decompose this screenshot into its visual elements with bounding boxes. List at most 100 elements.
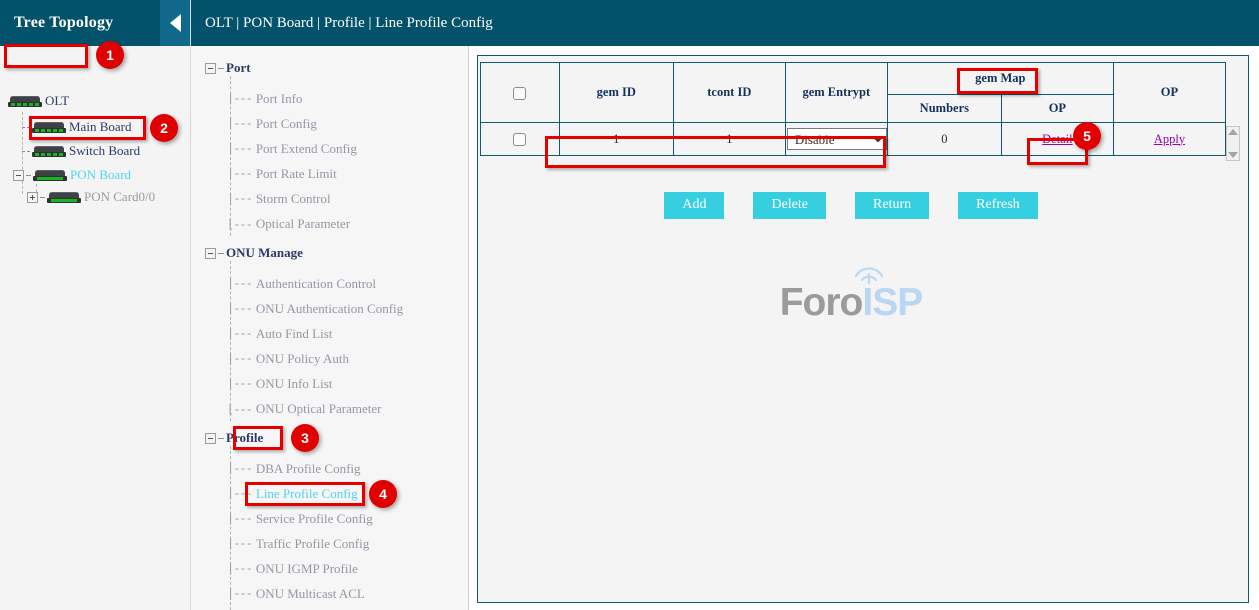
wifi-signal-icon [852, 264, 886, 284]
submenu-item-label: ONU Multicast ACL [256, 586, 365, 602]
tree-branch-icon: |--- [227, 487, 252, 501]
submenu-item-port-rate-limit[interactable]: |--- Port Rate Limit [227, 165, 337, 183]
tree-node-pon-card[interactable]: PON Card0/0 [27, 187, 155, 207]
tree-node-label: PON Board [70, 167, 131, 183]
table-header-gem-map: gem Map [887, 63, 1113, 95]
table-header-op: OP [1113, 63, 1225, 123]
tree-node-switch-board[interactable]: Switch Board [22, 141, 140, 161]
submenu-expander-minus-icon[interactable] [205, 63, 216, 74]
foroisp-watermark: ForoISP [478, 281, 1224, 325]
tree-node-label: OLT [45, 93, 69, 109]
watermark-foro: Foro [780, 281, 863, 324]
tree-branch-icon: |--- [227, 512, 252, 526]
submenu-item-label: Port Rate Limit [256, 166, 337, 182]
tree-expander-plus-icon[interactable] [27, 192, 38, 203]
submenu-group-label: ONU Manage [226, 245, 303, 261]
submenu-item-port-extend-config[interactable]: |--- Port Extend Config [227, 140, 357, 158]
tree-branch-icon: |--- [227, 192, 252, 206]
main-area: OLT | PON Board | Profile | Line Profile… [191, 0, 1259, 610]
tree-node-main-board[interactable]: Main Board [22, 117, 131, 137]
tree-branch-icon: |--- [227, 562, 252, 576]
add-button[interactable]: Add [664, 192, 724, 219]
tree-branch-icon: |--- [227, 462, 252, 476]
submenu-item-label: ONU Optical Parameter [256, 401, 382, 417]
submenu-item-onu-authentication-config[interactable]: |--- ONU Authentication Config [227, 300, 403, 318]
table-vertical-scrollbar[interactable] [1226, 126, 1240, 161]
submenu-expander-minus-icon[interactable] [205, 433, 216, 444]
submenu-item-label: Line Profile Config [256, 486, 358, 502]
submenu-panel: Port |--- Port Info |--- Port Config |--… [191, 46, 469, 610]
table-header-gem-id: gem ID [559, 63, 673, 123]
tree-branch-icon: |--- [227, 377, 252, 391]
submenu-item-storm-control[interactable]: |--- Storm Control [227, 190, 331, 208]
table-header-select-all [481, 63, 560, 123]
return-button[interactable]: Return [855, 192, 929, 219]
tree-branch-icon: ⌊--- [227, 402, 252, 417]
submenu-item-onu-igmp-profile[interactable]: |--- ONU IGMP Profile [227, 560, 358, 578]
submenu-item-label: Port Extend Config [256, 141, 357, 157]
tree-branch-icon: |--- [227, 142, 252, 156]
submenu-item-line-profile-config[interactable]: |--- Line Profile Config [227, 485, 358, 503]
apply-link[interactable]: Apply [1154, 132, 1185, 146]
tree-branch-icon: |--- [227, 117, 252, 131]
submenu-item-dba-profile-config[interactable]: |--- DBA Profile Config [227, 460, 361, 478]
submenu-item-auto-find-list[interactable]: |--- Auto Find List [227, 325, 332, 343]
table-cell-tcont-id: 1 [673, 123, 785, 156]
chevron-left-icon[interactable] [160, 0, 190, 46]
select-all-checkbox[interactable] [513, 87, 526, 100]
submenu-item-label: Authentication Control [256, 276, 376, 292]
table-header-row-1: gem ID tcont ID gem Entrypt gem Map OP [481, 63, 1226, 95]
detail-link[interactable]: Detail [1042, 132, 1073, 146]
submenu-item-label: ONU Authentication Config [256, 301, 403, 317]
table-header-gem-map-numbers: Numbers [887, 95, 1001, 123]
device-pon-card-icon [47, 191, 81, 204]
tree-branch-icon: |--- [227, 537, 252, 551]
scroll-up-arrow-icon[interactable] [1228, 129, 1238, 135]
submenu-item-onu-info-list[interactable]: |--- ONU Info List [227, 375, 332, 393]
breadcrumb-bar: OLT | PON Board | Profile | Line Profile… [191, 0, 1259, 46]
table-row: 1 1 Disable Enable 0 Detail [481, 123, 1226, 156]
tree-node-label: PON Card0/0 [84, 189, 155, 205]
submenu-item-onu-optical-parameter[interactable]: ⌊--- ONU Optical Parameter [227, 400, 381, 418]
tree-expander-minus-icon[interactable] [13, 170, 24, 181]
tree-topology-panel: Tree Topology OLT M [0, 0, 191, 610]
submenu-group-profile[interactable]: Profile [205, 429, 263, 447]
submenu-group-port[interactable]: Port [205, 59, 251, 77]
content-panel: gem ID tcont ID gem Entrypt gem Map OP N… [477, 55, 1249, 603]
row-checkbox[interactable] [513, 133, 526, 146]
table-cell-gem-entrypt: Disable Enable [785, 123, 887, 156]
tree-branch-icon: |--- [227, 277, 252, 291]
refresh-button[interactable]: Refresh [958, 192, 1038, 219]
device-board-icon [32, 121, 66, 134]
submenu-item-onu-policy-auth[interactable]: |--- ONU Policy Auth [227, 350, 349, 368]
tree-branch-icon: |--- [227, 587, 252, 601]
scroll-down-arrow-icon[interactable] [1228, 152, 1238, 158]
submenu-item-port-config[interactable]: |--- Port Config [227, 115, 317, 133]
gem-entrypt-select[interactable]: Disable Enable [787, 128, 887, 150]
submenu-item-port-info[interactable]: |--- Port Info [227, 90, 302, 108]
submenu-item-authentication-control[interactable]: |--- Authentication Control [227, 275, 376, 293]
submenu-group-onu-manage[interactable]: ONU Manage [205, 244, 303, 262]
table-cell-gem-id: 1 [559, 123, 673, 156]
tree-node-pon-board[interactable]: PON Board [13, 165, 131, 185]
delete-button[interactable]: Delete [753, 192, 826, 219]
submenu-item-traffic-profile-config[interactable]: |--- Traffic Profile Config [227, 535, 369, 553]
tree-topology-title: Tree Topology [14, 14, 113, 32]
tree-branch-icon: |--- [227, 167, 252, 181]
tree-node-label: Switch Board [69, 143, 140, 159]
tree-node-olt[interactable]: OLT [8, 91, 69, 111]
action-button-row: Add Delete Return Refresh [478, 192, 1224, 219]
submenu-item-label: Service Profile Config [256, 511, 373, 527]
tree-topology-header: Tree Topology [0, 0, 190, 46]
tree-branch-icon: |--- [227, 352, 252, 366]
table-header-gem-entrypt: gem Entrypt [785, 63, 887, 123]
submenu-item-optical-parameter[interactable]: ⌊--- Optical Parameter [227, 215, 350, 233]
device-olt-icon [8, 95, 42, 108]
submenu-item-label: Port Info [256, 91, 303, 107]
submenu-expander-minus-icon[interactable] [205, 248, 216, 259]
submenu-item-service-profile-config[interactable]: |--- Service Profile Config [227, 510, 373, 528]
submenu-item-onu-multicast-acl[interactable]: |--- ONU Multicast ACL [227, 585, 365, 603]
table-cell-detail-link: Detail [1001, 123, 1113, 156]
tree-node-label: Main Board [69, 119, 131, 135]
device-board-icon [32, 145, 66, 158]
